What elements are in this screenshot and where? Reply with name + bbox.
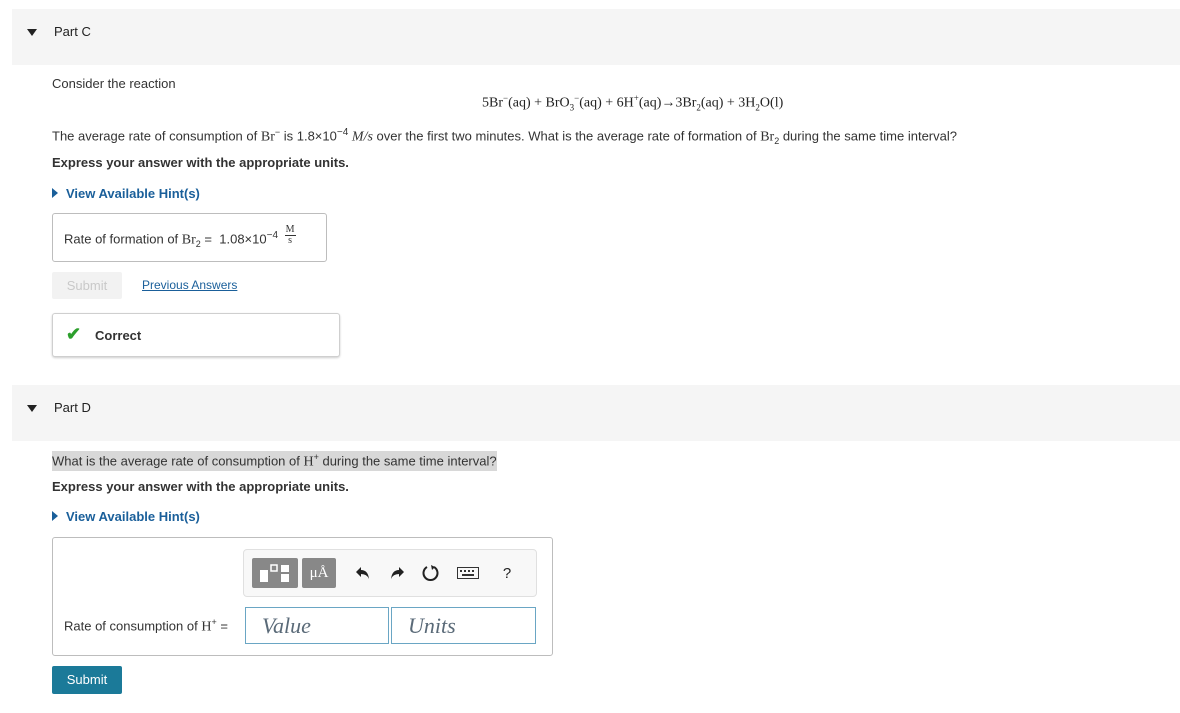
part-d-answer-label: Rate of consumption of H+ =: [64, 617, 228, 635]
part-d-answer-box: μÅ ? Rate of consumption of H+ = Value U…: [52, 537, 553, 656]
feedback-label: Correct: [95, 328, 142, 343]
part-c-question: The average rate of consumption of Br− i…: [52, 127, 957, 146]
units-button[interactable]: μÅ: [302, 558, 336, 588]
math-toolbar: μÅ ?: [243, 549, 537, 597]
templates-icon[interactable]: [252, 558, 298, 588]
part-c-title: Part C: [54, 24, 91, 39]
unit-fraction: M s: [284, 224, 296, 247]
part-d-title: Part D: [54, 400, 91, 415]
reaction-equation: 5Br−(aq) + BrO3−(aq) + 6H+(aq)→3Br2(aq) …: [482, 93, 784, 113]
part-c-header[interactable]: Part C: [12, 9, 1180, 65]
previous-answers-link[interactable]: Previous Answers: [142, 278, 237, 292]
keyboard-icon[interactable]: [456, 564, 480, 582]
collapse-arrow-icon[interactable]: [27, 405, 37, 412]
part-c-submit-button[interactable]: Submit: [52, 272, 122, 299]
part-d-question: What is the average rate of consumption …: [52, 451, 497, 472]
part-c-answer-box: Rate of formation of Br2 = 1.08×10−4 M s: [52, 213, 327, 262]
part-c-hint-link[interactable]: View Available Hint(s): [52, 186, 200, 201]
value-input[interactable]: Value: [245, 607, 389, 644]
redo-icon[interactable]: [386, 563, 408, 583]
check-icon: ✔: [66, 324, 82, 344]
part-d-header[interactable]: Part D: [12, 385, 1180, 441]
reset-icon[interactable]: [420, 562, 442, 584]
part-c-instruction: Express your answer with the appropriate…: [52, 155, 349, 170]
expand-arrow-icon: [52, 188, 58, 198]
reaction-intro: Consider the reaction: [52, 76, 176, 91]
undo-icon[interactable]: [352, 563, 374, 583]
units-input[interactable]: Units: [391, 607, 536, 644]
part-c-answer: Rate of formation of Br2 = 1.08×10−4 M s: [64, 224, 296, 249]
expand-arrow-icon: [52, 511, 58, 521]
part-d-hint-link[interactable]: View Available Hint(s): [52, 509, 200, 524]
correct-feedback: ✔ Correct: [52, 313, 340, 357]
part-d-submit-button[interactable]: Submit: [52, 666, 122, 694]
help-button[interactable]: ?: [496, 562, 518, 584]
part-d-instruction: Express your answer with the appropriate…: [52, 479, 349, 494]
collapse-arrow-icon[interactable]: [27, 29, 37, 36]
